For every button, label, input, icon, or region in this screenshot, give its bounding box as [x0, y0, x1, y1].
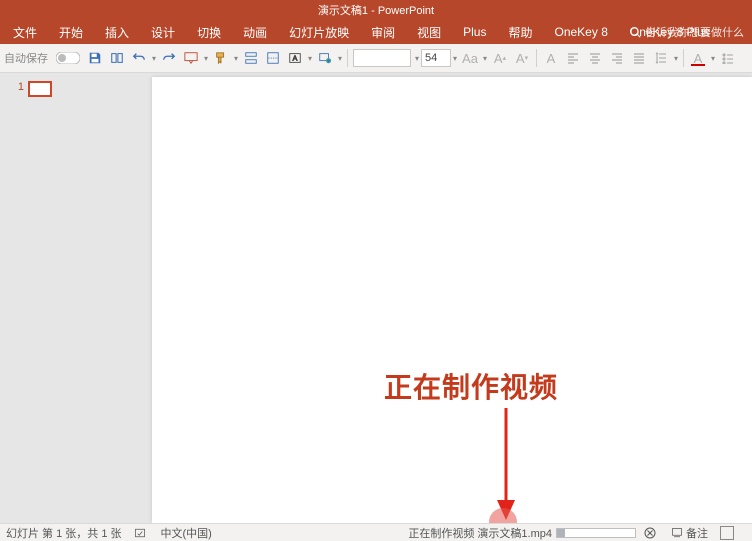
guides-button[interactable]	[263, 48, 283, 68]
tab-onekey8[interactable]: OneKey 8	[544, 20, 619, 44]
align-right-button[interactable]	[607, 48, 627, 68]
video-export-status: 正在制作视频 演示文稿1.mp4	[408, 525, 636, 541]
separator	[536, 49, 537, 67]
align-center-icon	[589, 52, 601, 64]
separator	[683, 49, 684, 67]
align-left-icon	[567, 52, 579, 64]
guides-icon	[266, 51, 280, 65]
ribbon-tab-strip: 文件 开始 插入 设计 切换 动画 幻灯片放映 审阅 视图 Plus 帮助 On…	[0, 20, 752, 44]
svg-text:+: +	[327, 58, 330, 63]
tab-file[interactable]: 文件	[2, 20, 48, 44]
thumb-number: 1	[18, 81, 24, 523]
normal-view-icon	[720, 526, 734, 540]
notes-button[interactable]: 备注	[671, 525, 708, 541]
cancel-export-button[interactable]	[644, 527, 659, 539]
line-spacing-button[interactable]	[651, 48, 671, 68]
autosave-label: 自动保存	[4, 50, 48, 66]
save-button[interactable]	[85, 48, 105, 68]
font-color-2-dropdown[interactable]: ▾	[709, 54, 717, 63]
reading-view-button[interactable]	[107, 48, 127, 68]
tab-design[interactable]: 设计	[140, 20, 186, 44]
align-center-button[interactable]	[585, 48, 605, 68]
font-size-box[interactable]: 54	[421, 49, 451, 67]
normal-view-button[interactable]	[720, 526, 734, 540]
slide-canvas[interactable]	[152, 77, 752, 523]
align-right-icon	[611, 52, 623, 64]
redo-icon	[162, 51, 176, 65]
tab-transitions[interactable]: 切换	[186, 20, 232, 44]
tab-help[interactable]: 帮助	[497, 20, 543, 44]
align-justify-icon	[633, 52, 645, 64]
decrease-font-button[interactable]: A▾	[512, 48, 532, 68]
textbox-button[interactable]: A	[285, 48, 305, 68]
tell-me-search[interactable]: 告诉我你想要做什么	[629, 24, 744, 40]
bullets-icon	[722, 52, 734, 64]
brush-dropdown[interactable]: ▾	[232, 54, 240, 63]
thumbnail-pane[interactable]: 1	[0, 73, 52, 523]
slide-counter[interactable]: 幻灯片 第 1 张，共 1 张	[6, 525, 122, 541]
svg-text:A: A	[293, 56, 298, 63]
start-from-beginning-button[interactable]	[181, 48, 201, 68]
align-left-button[interactable]	[563, 48, 583, 68]
newslide-icon: +	[318, 51, 332, 65]
search-icon	[629, 26, 641, 38]
tab-review[interactable]: 审阅	[360, 20, 406, 44]
text-effects-button[interactable]: Aa	[460, 48, 480, 68]
undo-icon	[132, 51, 146, 65]
cancel-icon	[644, 527, 656, 539]
newslide-button[interactable]: +	[315, 48, 335, 68]
increase-font-button[interactable]: A▴	[490, 48, 510, 68]
font-family-dropdown[interactable]: ▾	[413, 54, 421, 63]
brush-icon	[214, 51, 228, 65]
notes-icon	[671, 527, 683, 539]
textbox-icon: A	[288, 51, 302, 65]
undo-dropdown[interactable]: ▾	[150, 54, 158, 63]
newslide-dropdown[interactable]: ▾	[336, 54, 344, 63]
present-icon	[184, 51, 198, 65]
textbox-dropdown[interactable]: ▾	[306, 54, 314, 63]
window-title: 演示文稿1 - PowerPoint	[318, 2, 434, 18]
video-export-label: 正在制作视频 演示文稿1.mp4	[408, 525, 552, 541]
font-color-2-button[interactable]: A	[688, 48, 708, 68]
tab-plus[interactable]: Plus	[452, 20, 497, 44]
text-effects-dropdown[interactable]: ▾	[481, 54, 489, 63]
undo-button[interactable]	[129, 48, 149, 68]
tab-view[interactable]: 视图	[406, 20, 452, 44]
format-painter-button[interactable]	[211, 48, 231, 68]
line-spacing-icon	[655, 52, 667, 64]
save-icon	[88, 51, 102, 65]
separator	[347, 49, 348, 67]
title-bar: 演示文稿1 - PowerPoint	[0, 0, 752, 20]
quick-access-toolbar: 自动保存 ▾ ▾ ▾ A ▾ + ▾ ▾ 54 ▾ Aa ▾ A▴ A▾ A	[0, 44, 752, 73]
font-size-dropdown[interactable]: ▾	[451, 54, 459, 63]
slide-editor-area	[52, 73, 752, 523]
tab-slideshow[interactable]: 幻灯片放映	[278, 20, 360, 44]
bullets-button[interactable]	[718, 48, 738, 68]
present-dropdown[interactable]: ▾	[202, 54, 210, 63]
video-export-progress	[556, 528, 636, 538]
language-button[interactable]: 中文(中国)	[161, 525, 212, 541]
ruler-icon	[244, 51, 258, 65]
tab-animations[interactable]: 动画	[232, 20, 278, 44]
book-icon	[110, 51, 124, 65]
font-family-box[interactable]	[353, 49, 411, 67]
line-spacing-dropdown[interactable]: ▾	[672, 54, 680, 63]
redo-button[interactable]	[159, 48, 179, 68]
ruler-button[interactable]	[241, 48, 261, 68]
spellcheck-icon	[134, 527, 146, 539]
status-bar: 幻灯片 第 1 张，共 1 张 中文(中国) 正在制作视频 演示文稿1.mp4 …	[0, 523, 752, 541]
font-color-button[interactable]: A	[541, 48, 561, 68]
spellcheck-button[interactable]	[134, 527, 149, 539]
autosave-toggle[interactable]	[53, 48, 83, 68]
align-justify-button[interactable]	[629, 48, 649, 68]
tab-insert[interactable]: 插入	[94, 20, 140, 44]
tab-home[interactable]: 开始	[48, 20, 94, 44]
slide-thumb-1[interactable]	[28, 81, 52, 97]
work-area: 1	[0, 73, 752, 523]
